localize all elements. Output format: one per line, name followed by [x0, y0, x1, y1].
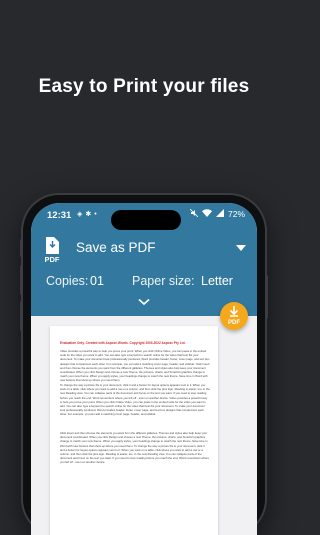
status-left-icons: ◈ ✱ •	[77, 210, 97, 219]
phone-volume-down-button	[20, 301, 23, 331]
status-right-icons: 72%	[189, 208, 245, 219]
download-icon	[229, 306, 239, 317]
status-bar: 12:31 ◈ ✱ • 72%	[47, 208, 245, 230]
notification-icon: ◈	[77, 211, 83, 218]
app-bar: 12:31 ◈ ✱ • 72% PDF Save as PDF Copies: …	[31, 203, 257, 316]
settings-icon: ✱	[85, 211, 92, 218]
battery-percentage: 72%	[227, 209, 245, 219]
copies-input[interactable]: 01	[90, 274, 104, 288]
destination-dropdown-icon[interactable]	[236, 245, 246, 251]
pdf-file-icon: PDF	[42, 237, 62, 264]
download-pdf-button[interactable]: PDF	[220, 302, 248, 330]
evaluation-watermark-text: Evaluation Only. Created with Aspose.Wor…	[60, 341, 186, 345]
dot-icon: •	[94, 210, 97, 218]
download-pdf-label: PDF	[228, 320, 240, 326]
wifi-icon	[201, 209, 212, 219]
dynamic-island	[111, 210, 181, 230]
document-preview-page[interactable]: Evaluation Only. Created with Aspose.Wor…	[50, 326, 218, 535]
copies-label: Copies:	[46, 274, 89, 288]
document-paragraph-1: Video provides a powerful way to help yo…	[60, 349, 210, 383]
mute-icon	[189, 208, 199, 219]
phone-screen: 12:31 ◈ ✱ • 72% PDF Save as PDF Copies: …	[31, 203, 257, 535]
pdf-icon-label: PDF	[44, 255, 60, 264]
page-title: Save as PDF	[76, 240, 156, 255]
phone-side-button	[20, 239, 23, 257]
phone-volume-up-button	[20, 265, 23, 295]
paper-size-select[interactable]: Letter	[201, 274, 233, 288]
phone-power-button	[265, 275, 268, 319]
phone-frame: 12:31 ◈ ✱ • 72% PDF Save as PDF Copies: …	[20, 195, 268, 535]
document-paragraph-3: Click Insert and then choose the element…	[60, 431, 210, 465]
status-time: 12:31	[47, 210, 72, 221]
promo-headline: Easy to Print your files	[38, 76, 250, 97]
signal-icon	[215, 209, 224, 219]
document-paragraph-2: To change the way a picture fits in your…	[60, 383, 210, 417]
expand-options-chevron-icon[interactable]	[138, 293, 150, 311]
paper-size-label: Paper size:	[132, 274, 195, 288]
